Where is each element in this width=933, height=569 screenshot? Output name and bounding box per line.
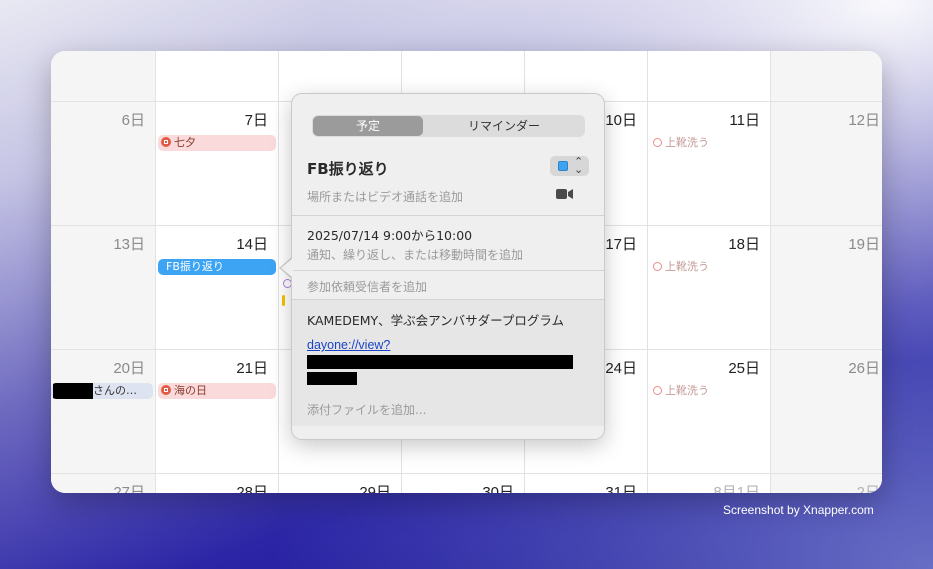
calendar-icon xyxy=(161,137,171,147)
day-cell[interactable] xyxy=(771,51,882,102)
alerts-field[interactable]: 通知、繰り返し、または移動時間を追加 xyxy=(307,246,523,263)
divider xyxy=(292,270,604,271)
day-cell-11[interactable]: 11日 上靴洗う xyxy=(648,102,771,226)
day-cell-26[interactable]: 26日 xyxy=(771,350,882,474)
location-field[interactable]: 場所またはビデオ通話を追加 xyxy=(307,188,463,205)
day-cell-31[interactable]: 31日 xyxy=(525,474,648,493)
day-cell-29[interactable]: 29日 xyxy=(279,474,402,493)
reminder-event[interactable]: 上靴洗う xyxy=(650,383,768,399)
day-cell-28[interactable]: 28日 xyxy=(156,474,279,493)
day-number: 26日 xyxy=(848,360,880,377)
reminder-circle-icon[interactable] xyxy=(653,138,662,147)
event-detail-popover: 予定 リマインダー FB振り返り ⌃ ⌄ 場所またはビデオ通話を追加 2025/0… xyxy=(291,93,605,440)
day-number: 29日 xyxy=(359,484,391,493)
redaction-bar xyxy=(53,383,93,399)
tab-event[interactable]: 予定 xyxy=(313,116,423,136)
day-number: 20日 xyxy=(113,360,145,377)
event-title-field[interactable]: FB振り返り xyxy=(307,158,389,179)
reminder-event[interactable]: 上靴洗う xyxy=(650,135,768,151)
day-number: 14日 xyxy=(236,236,268,253)
day-number: 21日 xyxy=(236,360,268,377)
selected-event-fb[interactable]: FB振り返り xyxy=(158,259,276,275)
event-label: 海の日 xyxy=(174,384,207,397)
day-cell-20[interactable]: 20日 さんの… xyxy=(51,350,156,474)
event-indicator[interactable] xyxy=(282,295,285,306)
day-cell-18[interactable]: 18日 上靴洗う xyxy=(648,226,771,350)
day-cell-21[interactable]: 21日 海の日 xyxy=(156,350,279,474)
invitees-field[interactable]: 参加依頼受信者を追加 xyxy=(307,278,427,295)
event-label: FB振り返り xyxy=(166,260,224,273)
event-label: 上靴洗う xyxy=(665,384,709,397)
notes-text[interactable]: KAMEDEMY、学ぶ会アンバサダープログラム xyxy=(307,310,564,329)
event-label: 上靴洗う xyxy=(665,260,709,273)
video-call-icon[interactable] xyxy=(556,188,574,200)
chevron-up-down-icon: ⌃ ⌄ xyxy=(574,156,584,176)
day-cell-19[interactable]: 19日 xyxy=(771,226,882,350)
day-number: 2日 xyxy=(856,484,880,493)
event-label: さんの… xyxy=(93,384,137,397)
day-number: 13日 xyxy=(113,236,145,253)
reminder-event[interactable]: 上靴洗う xyxy=(650,259,768,275)
divider xyxy=(292,215,604,216)
day-number: 28日 xyxy=(236,484,268,493)
day-number: 25日 xyxy=(728,360,760,377)
popover-pointer-fill xyxy=(281,258,293,278)
day-number: 17日 xyxy=(605,236,637,253)
event-datetime[interactable]: 2025/07/14 9:00から10:00 xyxy=(307,225,472,244)
reminder-circle-icon[interactable] xyxy=(653,386,662,395)
day-cell-13[interactable]: 13日 xyxy=(51,226,156,350)
day-cell-14[interactable]: 14日 FB振り返り xyxy=(156,226,279,350)
redaction-bar xyxy=(307,372,357,385)
reminder-circle-icon[interactable] xyxy=(653,262,662,271)
day-cell-aug-1[interactable]: 8月1日 xyxy=(648,474,771,493)
day-number: 31日 xyxy=(605,484,637,493)
day-cell-7[interactable]: 7日 七夕 xyxy=(156,102,279,226)
day-cell-27[interactable]: 27日 xyxy=(51,474,156,493)
day-cell[interactable] xyxy=(648,51,771,102)
holiday-event-tanabata[interactable]: 七夕 xyxy=(158,135,276,151)
day-number: 24日 xyxy=(605,360,637,377)
day-number: 11日 xyxy=(729,112,760,129)
day-number: 19日 xyxy=(848,236,880,253)
day-cell-30[interactable]: 30日 xyxy=(402,474,525,493)
color-swatch-icon xyxy=(558,161,568,171)
day-cell-12[interactable]: 12日 xyxy=(771,102,882,226)
holiday-event-umi[interactable]: 海の日 xyxy=(158,383,276,399)
redaction-bar xyxy=(307,355,573,369)
day-number: 8月1日 xyxy=(713,484,760,493)
person-event[interactable]: さんの… xyxy=(51,383,153,399)
day-cell[interactable] xyxy=(51,51,156,102)
day-cell-25[interactable]: 25日 上靴洗う xyxy=(648,350,771,474)
day-number: 6日 xyxy=(121,112,145,129)
day-number: 18日 xyxy=(728,236,760,253)
day-number: 10日 xyxy=(605,112,637,129)
day-number: 7日 xyxy=(244,112,268,129)
calendar-icon xyxy=(161,385,171,395)
calendar-color-picker[interactable]: ⌃ ⌄ xyxy=(550,156,589,176)
day-cell[interactable] xyxy=(156,51,279,102)
notes-link[interactable]: dayone://view? xyxy=(307,338,390,352)
attachment-field[interactable]: 添付ファイルを追加... xyxy=(307,401,426,418)
day-cell-aug-2[interactable]: 2日 xyxy=(771,474,882,493)
tab-reminder[interactable]: リマインダー xyxy=(424,116,584,136)
event-label: 上靴洗う xyxy=(665,136,709,149)
watermark-credit: Screenshot by Xnapper.com xyxy=(723,503,874,517)
day-number: 12日 xyxy=(848,112,880,129)
event-type-segmented-control: 予定 リマインダー xyxy=(312,115,585,137)
day-number: 30日 xyxy=(482,484,514,493)
event-label: 七夕 xyxy=(174,136,196,149)
day-cell-6[interactable]: 6日 xyxy=(51,102,156,226)
day-number: 27日 xyxy=(113,484,145,493)
